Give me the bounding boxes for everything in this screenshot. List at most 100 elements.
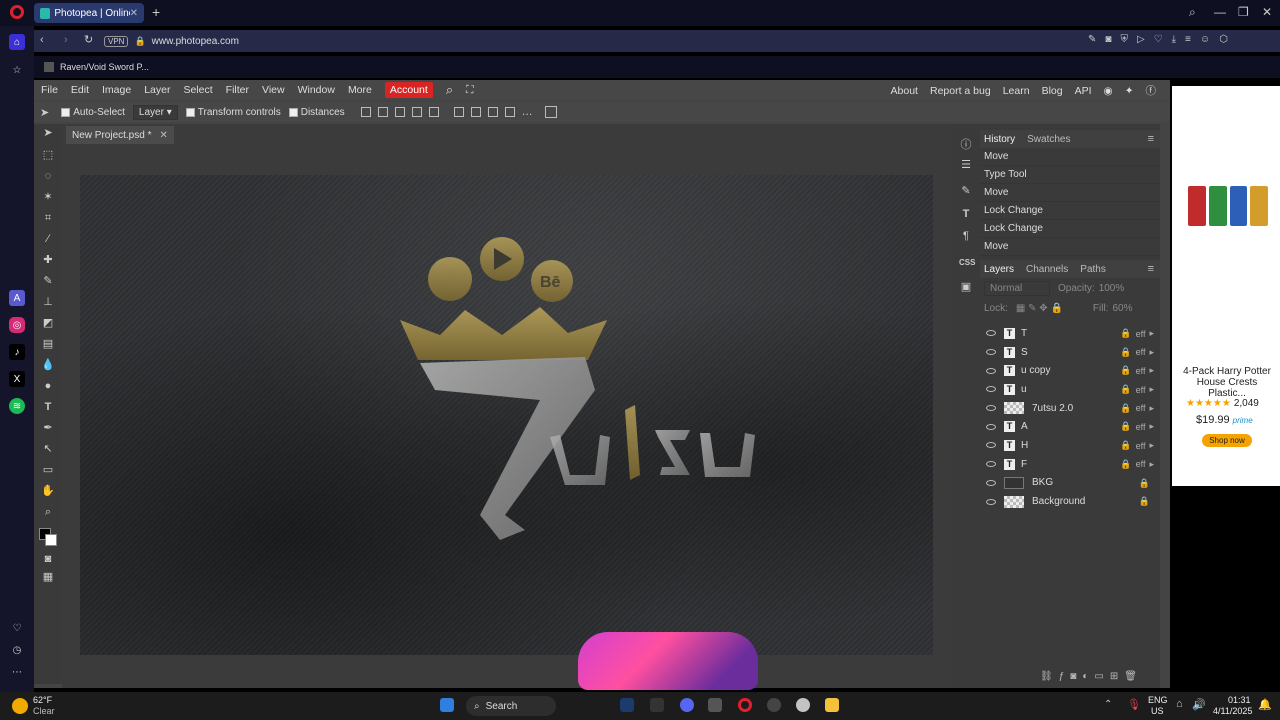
lock-icons[interactable]: ▦ ✎ ✥ 🔒 [1016,303,1063,314]
effects-label[interactable]: eff [1136,366,1146,376]
layer-select[interactable]: Layer ▾ [132,104,178,120]
menu-layer[interactable]: Layer [144,84,170,96]
new-layer-icon[interactable]: ⊞ [1110,671,1118,682]
brush-tool-icon[interactable]: ✎ [41,274,55,288]
opera-logo-icon[interactable] [10,5,24,19]
eyedropper-icon[interactable]: ⁄ [41,232,55,246]
menu-window[interactable]: Window [298,84,335,96]
history-item[interactable]: Move [980,238,1160,256]
move-tool-icon[interactable]: ➤ [41,126,55,140]
history-item[interactable]: Type Tool [980,166,1160,184]
type-tool-icon[interactable]: T [41,400,55,414]
steam-icon[interactable] [620,698,634,712]
windows-start-icon[interactable] [440,698,454,712]
delete-layer-icon[interactable]: 🗑 [1124,671,1137,682]
menu-api[interactable]: API [1075,85,1092,97]
move-tool-icon[interactable]: ➤ [40,106,49,119]
layer-lock-icon[interactable]: 🔒 [1120,440,1131,451]
facebook-icon[interactable]: ⓕ [1146,83,1157,98]
menu-about[interactable]: About [891,85,918,97]
visibility-eye-icon[interactable] [986,442,996,449]
canvas[interactable]: Bē [80,175,933,655]
bookmark-item[interactable]: Raven/Void Sword P... [60,62,149,72]
layer-lock-icon[interactable]: 🔒 [1120,459,1131,470]
effects-label[interactable]: eff [1136,459,1146,469]
layer-lock-icon[interactable]: 🔒 [1120,328,1131,339]
mask-icon[interactable]: ◙ [1070,671,1076,682]
profile-icon[interactable]: ☺ [1200,34,1210,45]
volume-icon[interactable]: 🔊 [1192,698,1206,711]
camera-icon[interactable]: ◙ [1105,34,1111,45]
obs-icon[interactable] [767,698,781,712]
extensions-icon[interactable]: ⬡ [1219,34,1228,45]
expand-effects-icon[interactable]: ▸ [1149,459,1154,470]
weather-icon[interactable] [12,698,28,714]
layer-row[interactable]: 7utsu 2.0 🔒 eff ▸ [980,399,1160,418]
lasso-tool-icon[interactable]: ◌ [41,169,55,183]
close-document-icon[interactable]: ✕ [159,130,167,141]
ad-banner[interactable]: 4-Pack Harry Potter House Crests Plastic… [1172,86,1280,486]
expand-effects-icon[interactable]: ▸ [1149,421,1154,432]
marquee-tool-icon[interactable]: ⬚ [41,148,55,162]
tab-channels[interactable]: Channels [1026,264,1068,275]
path-select-icon[interactable]: ↖ [41,442,55,456]
layer-row[interactable]: T H 🔒 eff ▸ [980,436,1160,455]
align-middle-icon[interactable] [470,107,481,117]
mic-icon[interactable]: 🎙 [1127,698,1141,711]
history-item[interactable]: Lock Change [980,202,1160,220]
align-right-icon[interactable] [411,107,422,117]
history-item[interactable]: Lock Change [980,220,1160,238]
magic-wand-icon[interactable]: ✶ [41,190,55,204]
tab-history[interactable]: History [984,134,1015,145]
align-bottom-icon[interactable] [487,107,498,117]
info-icon[interactable]: ⓘ [959,136,973,151]
play-icon[interactable]: ▷ [1137,34,1145,45]
layer-lock-icon[interactable]: 🔒 [1139,496,1150,507]
layer-lock-icon[interactable]: 🔒 [1120,347,1131,358]
grid-icon[interactable] [544,106,557,118]
visibility-eye-icon[interactable] [986,479,996,486]
maximize-icon[interactable]: ❐ [1238,5,1249,19]
blend-mode-select[interactable]: Normal [984,280,1050,296]
layer-row[interactable]: T S 🔒 eff ▸ [980,343,1160,362]
account-button[interactable]: Account [384,82,433,98]
adjustments-icon[interactable]: ☰ [959,158,973,172]
tiktok-icon[interactable]: ♪ [9,344,25,360]
instagram-icon[interactable]: ◎ [9,317,25,333]
app-icon[interactable] [708,698,722,712]
character-icon[interactable]: T [959,208,973,222]
history-item[interactable]: Move [980,148,1160,166]
distribute-icon[interactable] [428,107,439,117]
layer-lock-icon[interactable]: 🔒 [1120,403,1131,414]
back-icon[interactable]: ‹ [40,34,44,46]
clone-stamp-icon[interactable]: ⊥ [41,295,55,309]
download-icon[interactable]: ⤓ [1172,34,1176,45]
layer-lock-icon[interactable]: 🔒 [1120,365,1131,376]
history-item[interactable]: Move [980,184,1160,202]
menu-select[interactable]: Select [183,84,212,96]
tab-paths[interactable]: Paths [1080,264,1106,275]
layer-row[interactable]: Background 🔒 [980,492,1160,511]
heart-outline-icon[interactable]: ♡ [1154,34,1163,45]
clock-time[interactable]: 01:31 [1228,695,1251,705]
weather-temp[interactable]: 62°F [33,695,52,705]
tab-swatches[interactable]: Swatches [1027,134,1070,145]
menu-learn[interactable]: Learn [1003,85,1030,97]
download-layer-icon[interactable] [360,107,371,117]
document-tab[interactable]: New Project.psd * ✕ [66,126,174,144]
shield-icon[interactable]: ⛨ [1120,34,1128,45]
link-icon[interactable]: ⛓ [1040,671,1053,682]
notifications-icon[interactable]: 🔔 [1258,698,1272,711]
search-tabs-icon[interactable]: ⌕ [1189,5,1196,20]
tab-layers[interactable]: Layers [984,264,1014,275]
menu-filter[interactable]: Filter [226,84,249,96]
aria-icon[interactable]: A [9,290,25,306]
healing-brush-icon[interactable]: ✚ [41,253,55,267]
taskbar-search[interactable]: ⌕ Search [466,696,556,716]
effects-label[interactable]: eff [1136,403,1146,413]
auto-select-checkbox[interactable] [61,107,71,117]
itunes-icon[interactable] [796,698,810,712]
minimize-icon[interactable]: — [1214,5,1226,19]
crop-tool-icon[interactable]: ⌗ [41,211,55,225]
menu-blog[interactable]: Blog [1042,85,1063,97]
